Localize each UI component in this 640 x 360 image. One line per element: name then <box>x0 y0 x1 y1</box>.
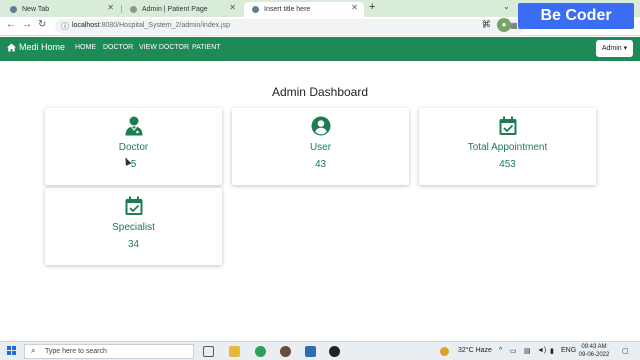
tab-admin-patient-page[interactable]: Admin | Patient Page ✕ <box>122 2 242 17</box>
new-tab-plus-icon[interactable]: + <box>369 1 375 13</box>
close-tab-icon[interactable]: ✕ <box>107 3 114 12</box>
profile-avatar[interactable]: ● <box>497 18 511 32</box>
weather-sun-icon <box>440 347 449 356</box>
tab-grid-icon[interactable]: ▦ <box>510 21 518 30</box>
card-label: Specialist <box>112 222 155 233</box>
card-value: 5 <box>130 159 137 170</box>
notification-icon[interactable]: ▢ <box>622 347 629 355</box>
volume-icon[interactable]: ◄) <box>537 347 546 354</box>
close-tab-icon[interactable]: ✕ <box>229 3 236 12</box>
address-url: localhost:8080/Hospital_System_2/admin/i… <box>72 22 230 29</box>
clock-time: 09:43 AM <box>581 344 607 350</box>
home-icon <box>7 42 16 52</box>
display-icon[interactable]: ▤ <box>524 347 531 355</box>
tab-title: Insert title here <box>264 6 311 13</box>
search-placeholder: Type here to search <box>45 348 107 355</box>
caret-down-icon: ▾ <box>623 45 628 52</box>
card-value: 34 <box>127 239 140 250</box>
doctor-card[interactable]: Doctor 5 <box>45 108 222 185</box>
card-value: 453 <box>499 159 516 170</box>
chrome-icon[interactable] <box>255 346 266 357</box>
admin-dropdown-button[interactable]: Admin ▾ <box>596 40 633 57</box>
clock-date: 09-06-2022 <box>578 352 610 358</box>
back-icon[interactable]: ← <box>6 19 16 30</box>
globe-icon <box>10 6 17 13</box>
card-label: Doctor <box>118 142 149 153</box>
extensions-icon[interactable]: ⌘ <box>482 19 491 30</box>
appointment-card[interactable]: Total Appointment 453 <box>419 108 596 185</box>
tab-new-tab[interactable]: New Tab ✕ <box>2 2 120 17</box>
nav-patient[interactable]: PATIENT <box>192 44 221 51</box>
task-view-icon[interactable] <box>203 346 214 357</box>
nav-view-doctor[interactable]: VIEW DOCTOR <box>139 44 189 51</box>
page-icon <box>130 6 137 13</box>
address-bar[interactable]: ⓘ localhost:8080/Hospital_System_2/admin… <box>55 19 525 34</box>
nav-home[interactable]: HOME <box>75 44 96 51</box>
brand-link[interactable]: Medi Home <box>7 42 65 52</box>
network-icon[interactable]: ▭ <box>510 347 517 355</box>
eclipse-icon[interactable] <box>280 346 291 357</box>
site-info-icon[interactable]: ⓘ <box>61 21 69 32</box>
file-explorer-icon[interactable] <box>229 346 240 357</box>
card-value: 43 <box>314 159 327 170</box>
site-navbar: Medi Home HOME DOCTOR VIEW DOCTOR PATIEN… <box>0 37 640 61</box>
card-label: User <box>309 142 332 153</box>
system-clock[interactable]: 09:43 AM 09-06-2022 <box>574 343 614 359</box>
be-coder-watermark: Be Coder <box>518 3 634 29</box>
weather-text[interactable]: 32°C Haze <box>458 347 492 354</box>
tab-search-chevron-icon[interactable]: ⌄ <box>503 2 510 11</box>
specialist-card[interactable]: Specialist 34 <box>45 188 222 265</box>
brand-name: Medi Home <box>19 42 66 52</box>
tab-title: New Tab <box>22 6 50 13</box>
windows-start-icon[interactable] <box>7 346 17 356</box>
taskbar-search-box[interactable]: ⌕ Type here to search <box>24 344 194 359</box>
battery-icon[interactable]: ▮ <box>550 347 554 355</box>
tray-chevron-icon[interactable]: ^ <box>499 347 502 354</box>
user-card[interactable]: User 43 <box>232 108 409 185</box>
forward-icon[interactable]: → <box>22 19 32 30</box>
app-icon[interactable] <box>305 346 316 357</box>
url-host: localhost <box>72 22 100 29</box>
globe-icon <box>252 6 259 13</box>
admin-label: Admin <box>601 45 622 52</box>
nav-doctor[interactable]: DOCTOR <box>103 44 133 51</box>
windows-taskbar: ⌕ Type here to search 32°C Haze ^ ▭ ▤ ◄)… <box>0 341 640 360</box>
tab-insert-title-here[interactable]: Insert title here ✕ <box>244 2 364 17</box>
doctor-icon <box>125 116 142 136</box>
card-label: Total Appointment <box>467 142 548 153</box>
calendar-check-icon <box>499 116 516 135</box>
calendar-check-icon <box>125 196 142 215</box>
tab-title: Admin | Patient Page <box>142 6 208 13</box>
page-title: Admin Dashboard <box>271 85 369 99</box>
search-icon: ⌕ <box>31 346 36 355</box>
user-circle-icon <box>311 116 330 136</box>
reload-icon[interactable]: ↻ <box>38 19 46 30</box>
close-tab-icon[interactable]: ✕ <box>351 3 358 12</box>
obs-icon[interactable] <box>329 346 340 357</box>
url-path: :8080/Hospital_System_2/admin/index.jsp <box>99 22 230 29</box>
